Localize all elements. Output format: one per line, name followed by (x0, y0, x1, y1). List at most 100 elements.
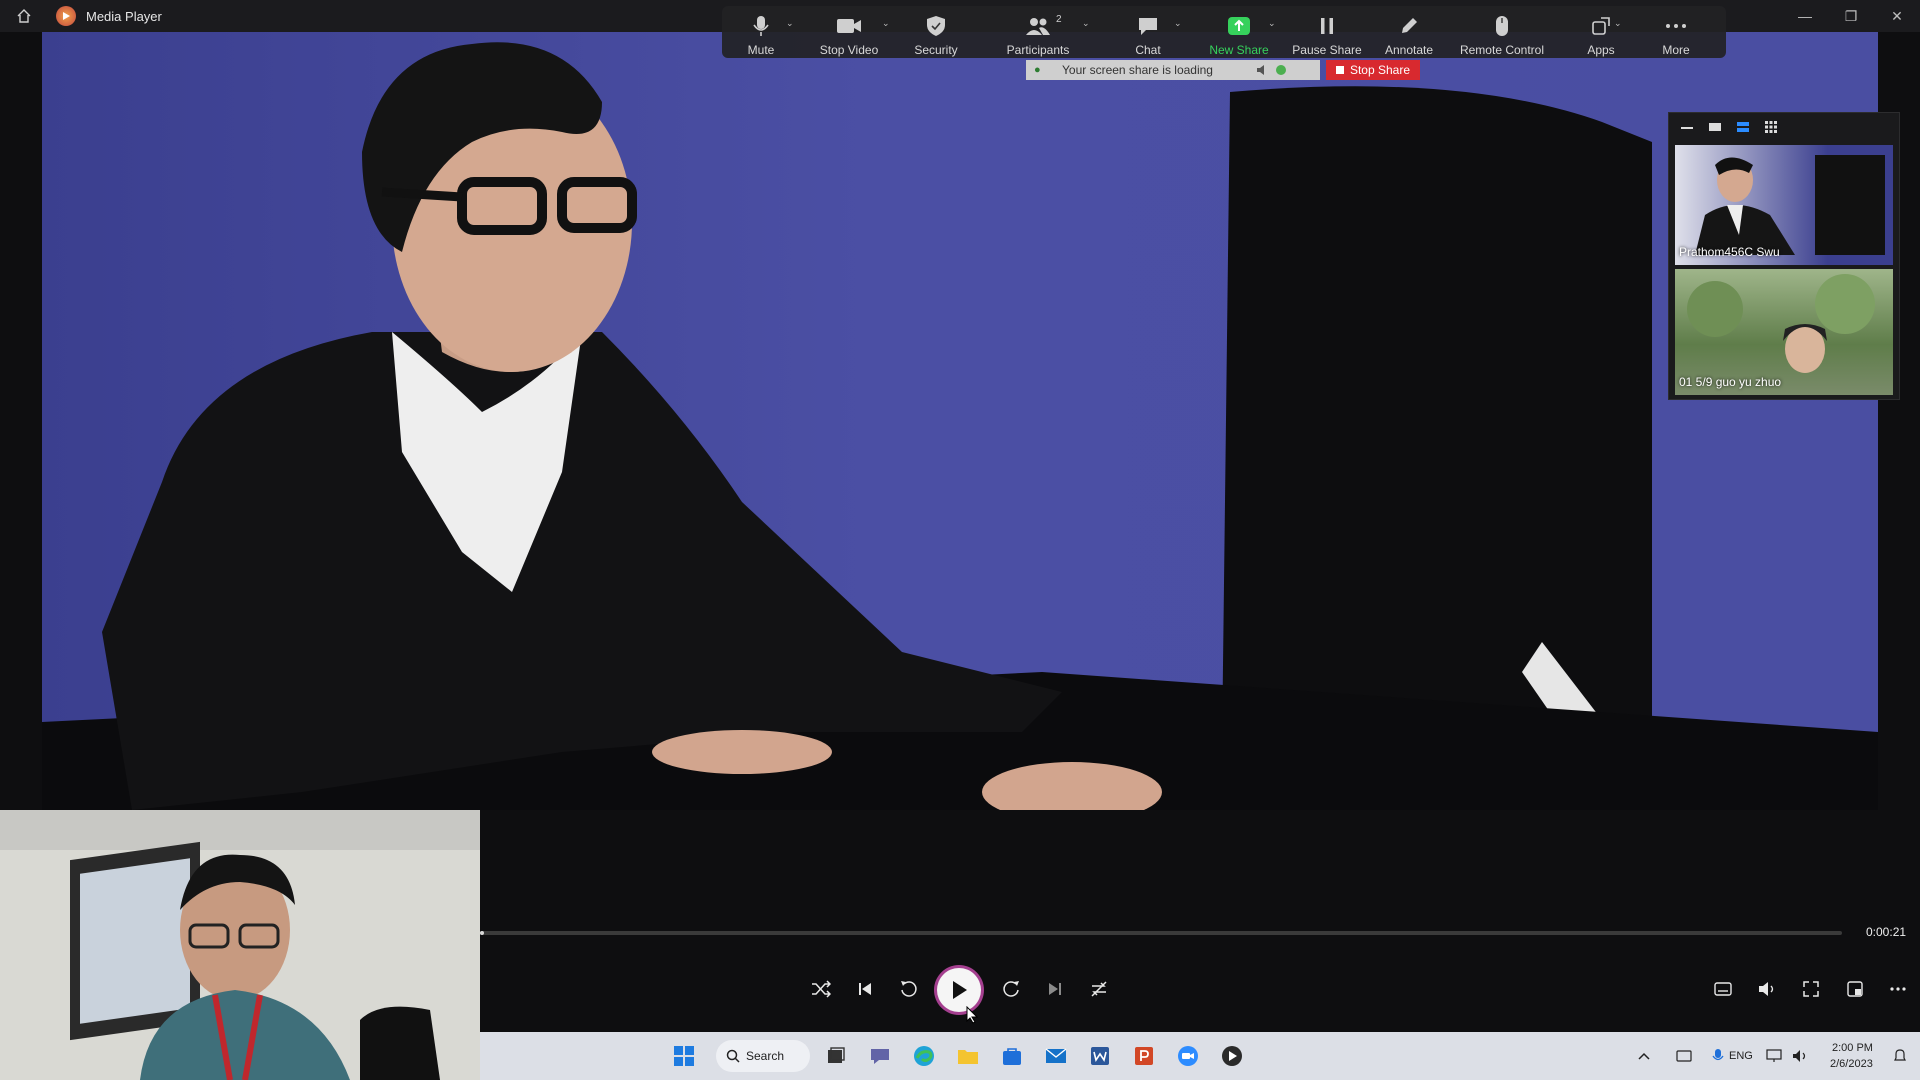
participants-button[interactable]: Participants 2 ⌄ (974, 6, 1102, 58)
more-options-button[interactable] (1881, 972, 1915, 1006)
clock-date[interactable]: 2/6/2023 (1830, 1058, 1873, 1070)
teams-chat-button[interactable] (864, 1040, 896, 1072)
stop-video-button[interactable]: Stop Video ⌄ (800, 6, 898, 58)
task-view-button[interactable] (820, 1040, 852, 1072)
speaker-button[interactable] (1784, 1040, 1816, 1072)
previous-button[interactable] (848, 972, 882, 1006)
strip-view-icon[interactable] (1733, 117, 1753, 137)
restore-button[interactable]: ❐ (1828, 0, 1874, 32)
remote-control-button[interactable]: Remote Control (1448, 6, 1556, 58)
chevron-up-icon (1638, 1052, 1650, 1060)
apps-caret-icon[interactable]: ⌄ (1614, 18, 1622, 29)
chat-button[interactable]: Chat ⌄ (1102, 6, 1194, 58)
zoom-app-button[interactable] (1172, 1040, 1204, 1072)
microsoft-store-button[interactable] (996, 1040, 1028, 1072)
presenter-webcam-video (0, 810, 480, 1080)
gallery-view-icon[interactable] (1761, 117, 1781, 137)
pause-share-button[interactable]: Pause Share (1284, 6, 1370, 58)
mouse-icon (1496, 16, 1508, 36)
audio-icon[interactable] (1256, 64, 1270, 76)
shuffle-button[interactable] (804, 972, 838, 1006)
taskbar-search[interactable]: Search (716, 1040, 810, 1072)
captions-button[interactable] (1706, 972, 1740, 1006)
mini-player-icon (1847, 981, 1863, 997)
mail-button[interactable] (1040, 1040, 1072, 1072)
powerpoint-button[interactable] (1128, 1040, 1160, 1072)
new-share-caret-icon[interactable]: ⌄ (1268, 18, 1276, 29)
home-icon[interactable] (12, 4, 36, 28)
more-dots-icon (1666, 24, 1686, 28)
close-button[interactable]: ✕ (1874, 0, 1920, 32)
presenter-webcam-image (0, 810, 480, 1080)
participant-tile[interactable]: 01 5/9 guo yu zhuo (1675, 269, 1893, 395)
participant-name: Prathom456C Swu (1679, 245, 1780, 259)
word-button[interactable] (1084, 1040, 1116, 1072)
share-status-text: Your screen share is loading (1062, 63, 1213, 77)
participant-tile[interactable]: Prathom456C Swu (1675, 145, 1893, 265)
volume-button[interactable] (1750, 972, 1784, 1006)
keyboard-button[interactable] (1668, 1040, 1700, 1072)
shuffle-icon (812, 980, 831, 998)
seek-bar-fill (480, 931, 485, 935)
chat-caret-icon[interactable]: ⌄ (1174, 18, 1182, 29)
chat-label: Chat (1135, 43, 1161, 57)
volume-icon (1759, 982, 1774, 996)
next-icon (1049, 983, 1061, 995)
zoom-meeting-toolbar: Mute ⌄ Stop Video ⌄ Security Participant… (722, 6, 1726, 58)
next-button[interactable] (1038, 972, 1072, 1006)
start-button[interactable] (668, 1040, 700, 1072)
seek-bar[interactable] (480, 931, 1842, 935)
security-button[interactable]: Security (898, 6, 974, 58)
media-player-logo-icon (56, 6, 76, 26)
mute-caret-icon[interactable]: ⌄ (786, 18, 794, 29)
speaker-view-icon[interactable] (1705, 117, 1725, 137)
fullscreen-button[interactable] (1794, 972, 1828, 1006)
apps-button[interactable]: Apps ⌄ (1556, 6, 1646, 58)
edge-browser-button[interactable] (908, 1040, 940, 1072)
pencil-icon (1402, 18, 1417, 33)
avatar-scene-image (42, 42, 1878, 810)
show-hidden-icons-button[interactable] (1628, 1040, 1660, 1072)
video-camera-icon (837, 19, 861, 33)
new-share-button[interactable]: New Share ⌄ (1194, 6, 1284, 58)
stop-video-label: Stop Video (819, 43, 879, 57)
windows-taskbar: Search ENG 2:00 PM 2/6/2023 (480, 1032, 1920, 1080)
forward-30-button[interactable] (994, 972, 1028, 1006)
edge-browser-icon (914, 1046, 934, 1066)
mute-button[interactable]: Mute ⌄ (722, 6, 800, 58)
shield-check-icon[interactable] (1274, 64, 1288, 76)
repeat-button[interactable] (1082, 972, 1116, 1006)
search-icon (726, 1049, 740, 1063)
participants-caret-icon[interactable]: ⌄ (1082, 18, 1090, 29)
participants-icon (1026, 18, 1050, 35)
forward-30-icon (1003, 981, 1019, 997)
store-icon (1003, 1048, 1021, 1065)
participants-count: 2 (1056, 14, 1062, 25)
clock-time[interactable]: 2:00 PM (1832, 1042, 1873, 1054)
video-caret-icon[interactable]: ⌄ (882, 18, 890, 29)
annotate-button[interactable]: Annotate (1370, 6, 1448, 58)
notifications-button[interactable] (1884, 1040, 1916, 1072)
video-frame[interactable] (42, 32, 1878, 810)
input-language-indicator[interactable]: ENG (1729, 1050, 1753, 1062)
minimize-panel-icon[interactable] (1677, 117, 1697, 137)
more-button[interactable]: More (1646, 6, 1706, 58)
microphone-icon (753, 16, 769, 36)
stop-square-icon (1335, 66, 1344, 74)
rewind-10-button[interactable] (892, 972, 926, 1006)
folder-icon (958, 1050, 978, 1064)
media-player-taskbar-button[interactable] (1216, 1040, 1248, 1072)
minimize-button[interactable]: — (1782, 0, 1828, 32)
share-up-arrow-icon (1228, 17, 1250, 35)
security-label: Security (914, 43, 958, 57)
window-title: Media Player (86, 8, 162, 24)
mini-player-button[interactable] (1838, 972, 1872, 1006)
more-label: More (1662, 43, 1690, 57)
mouse-cursor-icon (966, 1006, 978, 1024)
stop-share-button[interactable]: Stop Share (1326, 60, 1420, 80)
apps-label: Apps (1587, 43, 1615, 57)
file-explorer-button[interactable] (952, 1040, 984, 1072)
apps-icon (1592, 17, 1610, 35)
screen-share-status-banner: ● Your screen share is loading (1026, 60, 1320, 80)
speaker-icon (1793, 1050, 1806, 1062)
